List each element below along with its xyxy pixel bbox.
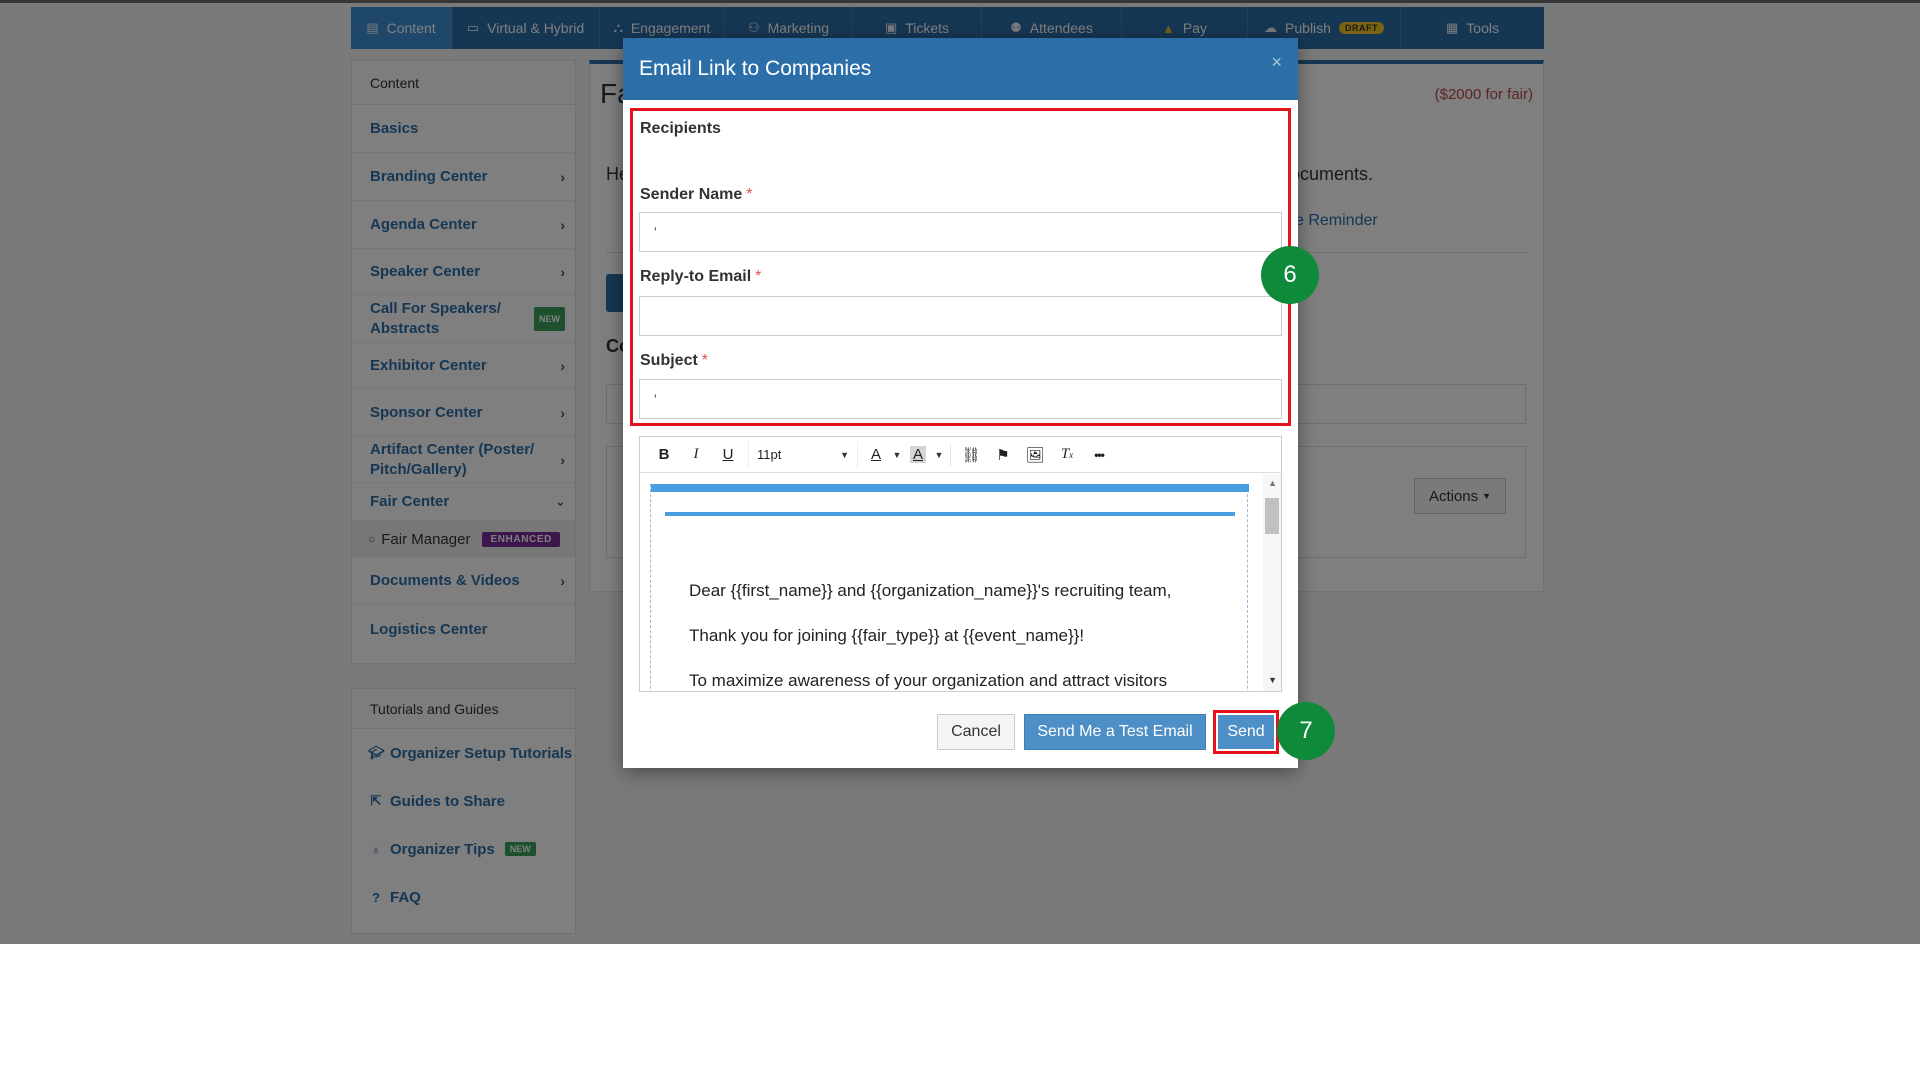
bold-button[interactable]: B — [648, 441, 680, 469]
modal-title: Email Link to Companies — [639, 57, 872, 80]
scroll-up-icon[interactable]: ▲ — [1268, 478, 1277, 488]
required-mark: * — [701, 352, 709, 369]
background-color-button[interactable]: A — [904, 441, 932, 469]
step-marker-7: 7 — [1277, 702, 1335, 760]
underline-button[interactable]: U — [712, 441, 744, 469]
editor-content-area[interactable]: Dear {{first_name}} and {{organization_n… — [640, 474, 1281, 691]
caret-down-icon: ▼ — [840, 449, 849, 460]
font-size-select[interactable]: 11pt ▼ — [748, 440, 858, 469]
email-line-greeting: Dear {{first_name}} and {{organization_n… — [689, 581, 1172, 600]
send-highlight-box: Send — [1213, 710, 1279, 754]
subject-input[interactable] — [639, 379, 1282, 419]
send-button[interactable]: Send — [1218, 715, 1274, 749]
more-options-button[interactable]: ••• — [1083, 441, 1115, 469]
email-template-frame: Dear {{first_name}} and {{organization_n… — [650, 484, 1249, 691]
email-link-modal: Email Link to Companies × Recipients Sen… — [623, 38, 1298, 768]
scrollbar-thumb[interactable] — [1265, 498, 1279, 534]
email-body-editor: B I U 11pt ▼ A ▼ A ▼ ⛓ ⚑ 🖼︎ Tx ••• Dear … — [639, 436, 1282, 692]
font-size-value: 11pt — [757, 447, 782, 462]
required-mark: * — [755, 268, 762, 285]
modal-header: Email Link to Companies × — [623, 38, 1298, 100]
italic-button[interactable]: I — [680, 441, 712, 469]
sender-name-input[interactable] — [639, 212, 1282, 252]
reply-to-email-label: Reply-to Email * — [640, 268, 761, 286]
subject-label: Subject * — [640, 352, 708, 370]
bg-color-caret-icon[interactable]: ▼ — [932, 441, 946, 469]
required-mark: * — [746, 186, 753, 203]
field-label-text: Subject — [640, 352, 698, 369]
cancel-button[interactable]: Cancel — [937, 714, 1015, 750]
email-line-body: To maximize awareness of your organizati… — [689, 671, 1168, 690]
bg-color-label: A — [909, 446, 926, 463]
close-icon[interactable]: × — [1271, 52, 1282, 73]
font-color-button[interactable]: A — [862, 441, 890, 469]
reply-to-email-input[interactable] — [639, 296, 1282, 336]
editor-toolbar: B I U 11pt ▼ A ▼ A ▼ ⛓ ⚑ 🖼︎ Tx ••• — [640, 437, 1281, 473]
email-header-bar — [651, 484, 1249, 492]
link-icon[interactable]: ⛓ — [955, 441, 987, 469]
toolbar-separator — [950, 443, 951, 466]
sender-name-label: Sender Name * — [640, 186, 753, 204]
field-label-text: Sender Name — [640, 186, 743, 203]
image-icon[interactable]: 🖼︎ — [1019, 441, 1051, 469]
bookmark-icon[interactable]: ⚑ — [987, 441, 1019, 469]
step-marker-6: 6 — [1261, 246, 1319, 304]
font-color-caret-icon[interactable]: ▼ — [890, 441, 904, 469]
scroll-down-icon[interactable]: ▼ — [1268, 675, 1277, 685]
editor-scrollbar[interactable]: ▲ ▼ — [1263, 474, 1281, 691]
email-inner-rule — [665, 512, 1235, 516]
clear-format-icon[interactable]: Tx — [1051, 441, 1083, 469]
send-test-email-button[interactable]: Send Me a Test Email — [1024, 714, 1206, 750]
recipients-label: Recipients — [640, 120, 721, 137]
field-label-text: Reply-to Email — [640, 268, 752, 285]
email-line-thanks: Thank you for joining {{fair_type}} at {… — [689, 626, 1085, 645]
